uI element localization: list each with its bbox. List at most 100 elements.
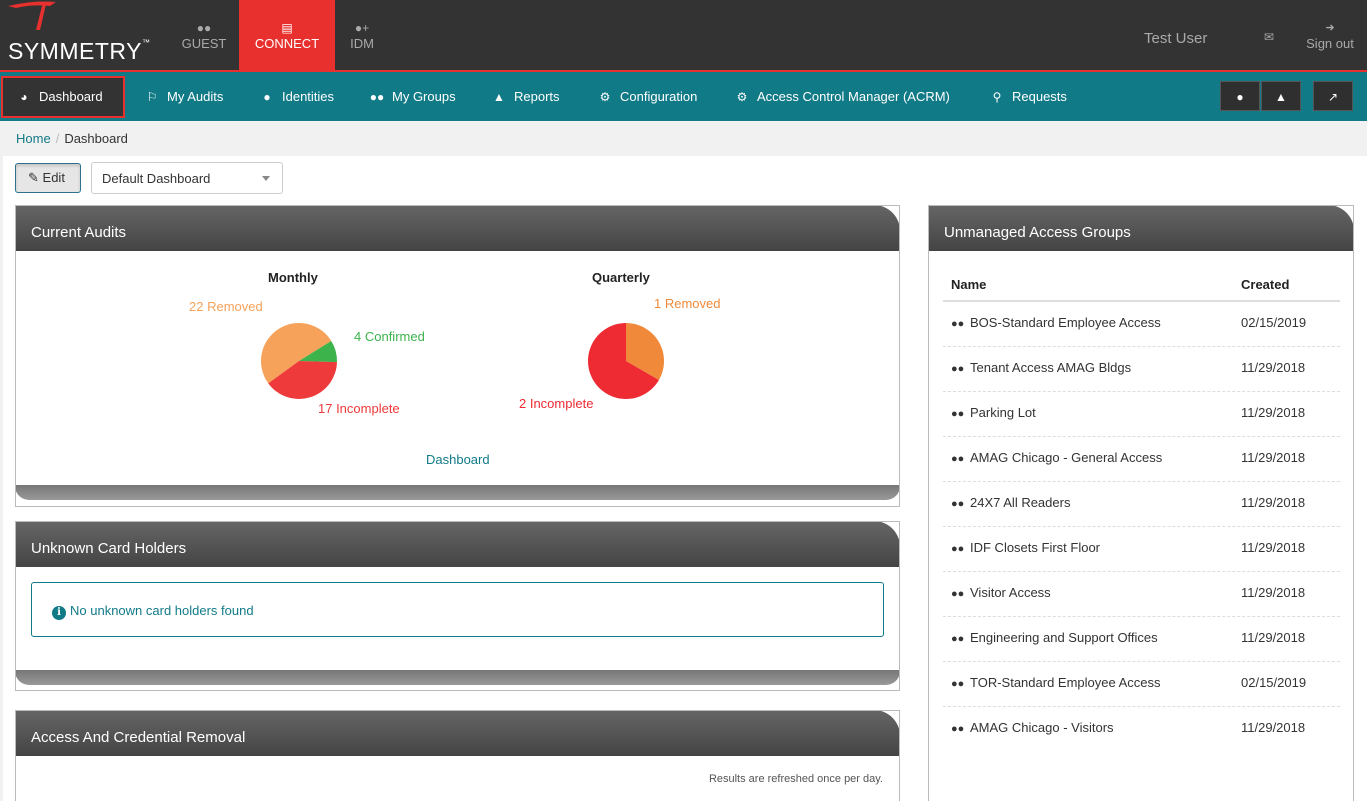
group-name-text: BOS-Standard Employee Access	[970, 315, 1161, 330]
edit-button[interactable]: ✎ Edit	[15, 163, 81, 193]
dashboard-select-value: Default Dashboard	[102, 171, 211, 186]
group-name[interactable]: ●● AMAG Chicago - Visitors	[951, 720, 1114, 735]
group-created: 02/15/2019	[1241, 315, 1307, 330]
group-created: 11/29/2018	[1241, 450, 1306, 465]
current-audits-panel: Current Audits Monthly 22 Removed 4 Conf…	[15, 205, 900, 507]
users-icon: ●●	[951, 723, 965, 735]
breadcrumb-home[interactable]: Home	[16, 131, 51, 146]
groups-table: Name Created ●● BOS-Standard Employee Acc…	[943, 268, 1340, 752]
pie-label-incomplete: 17 Incomplete	[318, 401, 400, 416]
pie-label-removed: 22 Removed	[189, 299, 263, 314]
app-tab-label: IDM	[350, 36, 374, 51]
group-name[interactable]: ●● Visitor Access	[951, 585, 1051, 600]
nav-label: My Groups	[392, 89, 456, 104]
logo-swoosh-icon	[8, 1, 56, 30]
info-icon: i	[52, 606, 66, 620]
app-tab-guest[interactable]: ●● GUEST	[170, 0, 238, 70]
info-message: No unknown card holders found	[70, 603, 254, 618]
group-name[interactable]: ●● Engineering and Support Offices	[951, 630, 1158, 645]
nav-label: My Audits	[167, 89, 224, 104]
scrollbar[interactable]	[0, 121, 3, 801]
user-lock-button[interactable]: ▲	[1261, 81, 1301, 111]
nav-item-dashboard[interactable]: ◕ Dashboard	[1, 76, 125, 118]
table-row[interactable]: ●● IDF Closets First Floor 11/29/2018	[943, 527, 1340, 572]
refresh-note: Results are refreshed once per day.	[708, 773, 883, 785]
users-icon: ●●	[951, 633, 965, 645]
unmanaged-access-groups-panel: Unmanaged Access Groups Name Created ●● B…	[928, 205, 1354, 801]
group-name[interactable]: ●● IDF Closets First Floor	[951, 540, 1100, 555]
nav-item-configuration[interactable]: ⚙ Configuration	[596, 77, 698, 117]
users-icon: ●●	[951, 543, 965, 555]
nav-label: Reports	[514, 89, 560, 104]
nav-item-my-audits[interactable]: ⚐ My Audits	[143, 77, 224, 117]
group-name-text: TOR-Standard Employee Access	[970, 675, 1161, 690]
info-alert: i No unknown card holders found	[31, 582, 884, 637]
main-nav: ◕ Dashboard ⚐ My Audits ● Identities ●● My G…	[0, 70, 1367, 121]
group-name-text: IDF Closets First Floor	[970, 540, 1101, 555]
table-row[interactable]: ●● Engineering and Support Offices 11/29/2…	[943, 617, 1340, 662]
table-row[interactable]: ●● Tenant Access AMAG Bldgs 11/29/2018	[943, 347, 1340, 392]
card-icon: ▤	[281, 21, 293, 35]
table-row[interactable]: ●● Visitor Access 11/29/2018	[943, 572, 1340, 617]
sign-out-label: Sign out	[1306, 36, 1354, 51]
users-icon: ●●	[951, 318, 965, 330]
column-header-name[interactable]: Name	[951, 277, 986, 292]
group-name[interactable]: ●● Tenant Access AMAG Bldgs	[951, 360, 1131, 375]
user-name[interactable]: Test User	[1144, 30, 1207, 47]
nav-item-my-groups[interactable]: ●● My Groups	[368, 77, 456, 117]
mail-icon[interactable]: ✉	[1264, 30, 1274, 44]
group-created: 11/29/2018	[1241, 585, 1306, 600]
nav-label: Configuration	[620, 89, 698, 104]
nav-item-requests[interactable]: ⚲ Requests	[988, 77, 1067, 117]
table-row[interactable]: ●● TOR-Standard Employee Access 02/15/2019	[943, 662, 1340, 707]
fullscreen-button[interactable]: ↗	[1313, 81, 1353, 111]
sign-out-button[interactable]: ➜ Sign out	[1300, 20, 1360, 51]
table-row[interactable]: ●● AMAG Chicago - General Access 11/29/201…	[943, 437, 1340, 482]
table-header: Name Created	[943, 268, 1340, 302]
pencil-icon: ✎	[28, 170, 39, 185]
group-name[interactable]: ●● 24X7 All Readers	[951, 495, 1070, 510]
group-name[interactable]: ●● BOS-Standard Employee Access	[951, 315, 1161, 330]
access-credential-removal-panel: Access And Credential Removal Results ar…	[15, 710, 900, 801]
group-created: 11/29/2018	[1241, 495, 1306, 510]
nav-item-acrm[interactable]: ⚙ Access Control Manager (ACRM)	[733, 77, 950, 117]
monthly-pie-chart	[261, 323, 337, 399]
nav-label: Dashboard	[39, 89, 103, 104]
table-row[interactable]: ●● BOS-Standard Employee Access 02/15/2019	[943, 302, 1340, 347]
group-name-text: AMAG Chicago - General Access	[970, 450, 1163, 465]
app-tab-label: GUEST	[181, 36, 227, 51]
group-name[interactable]: ●● AMAG Chicago - General Access	[951, 450, 1162, 465]
group-created: 11/29/2018	[1241, 405, 1306, 420]
breadcrumb: Home / Dashboard	[0, 121, 1367, 156]
globe-button[interactable]: ●	[1220, 81, 1260, 111]
sign-out-icon: ➜	[1325, 22, 1335, 34]
dashboard-select[interactable]: Default Dashboard	[91, 162, 283, 194]
users-icon: ●●	[951, 363, 965, 375]
users-icon: ●●	[951, 453, 965, 465]
group-name[interactable]: ●● TOR-Standard Employee Access	[951, 675, 1161, 690]
user-plus-icon: ●+	[354, 21, 370, 35]
panel-footer	[16, 670, 899, 685]
caret-down-icon	[262, 176, 270, 181]
quarterly-pie-chart	[588, 323, 664, 399]
symmetry-logo[interactable]: SYMMETRY™	[0, 0, 166, 70]
nav-item-identities[interactable]: ● Identities	[258, 77, 334, 117]
unknown-card-holders-panel: Unknown Card Holders i No unknown card ho…	[15, 521, 900, 691]
top-bar: SYMMETRY™ ●● GUEST ▤ CONNECT ●+ IDM Test…	[0, 0, 1367, 70]
group-created: 02/15/2019	[1241, 675, 1307, 690]
group-name[interactable]: ●● Parking Lot	[951, 405, 1036, 420]
nav-item-reports[interactable]: ▲ Reports	[490, 77, 560, 117]
edit-label: Edit	[42, 170, 65, 185]
app-tab-idm[interactable]: ●+ IDM	[340, 0, 384, 70]
dashboard-link[interactable]: Dashboard	[426, 452, 490, 467]
table-row[interactable]: ●● 24X7 All Readers 11/29/2018	[943, 482, 1340, 527]
area-chart-icon: ▲	[493, 90, 505, 104]
column-header-created[interactable]: Created	[1241, 277, 1289, 292]
group-created: 11/29/2018	[1241, 630, 1306, 645]
panel-title: Current Audits	[16, 206, 899, 251]
app-tab-connect[interactable]: ▤ CONNECT	[239, 0, 335, 70]
table-row[interactable]: ●● Parking Lot 11/29/2018	[943, 392, 1340, 437]
gear-icon: ⚙	[599, 90, 611, 104]
table-row[interactable]: ●● AMAG Chicago - Visitors 11/29/2018	[943, 707, 1340, 752]
pie-label-confirmed: 4 Confirmed	[354, 329, 425, 344]
